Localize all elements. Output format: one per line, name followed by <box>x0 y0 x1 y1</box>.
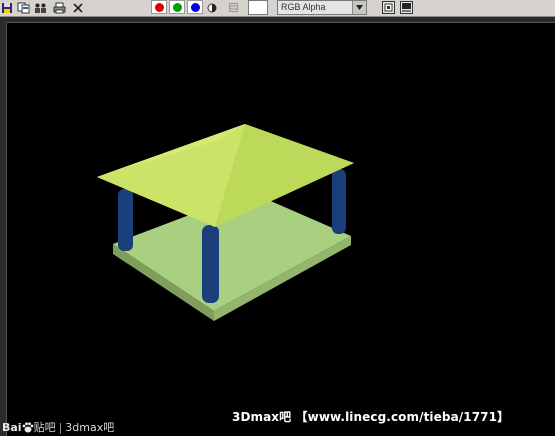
red-channel-icon[interactable] <box>151 0 167 14</box>
pillar-back-right <box>332 169 346 234</box>
close-icon[interactable] <box>71 1 85 14</box>
save-image-icon[interactable] <box>0 1 14 14</box>
clone-window-icon[interactable] <box>33 1 47 14</box>
channel-display-select[interactable]: RGB Alpha <box>277 0 367 15</box>
print-icon[interactable] <box>52 1 66 14</box>
green-channel-icon[interactable] <box>169 0 185 14</box>
channel-display-value: RGB Alpha <box>281 2 326 12</box>
baidu-tieba-watermark: Bai 贴吧 | 3dmax吧 <box>2 419 114 435</box>
green-channel-dot <box>172 2 182 12</box>
clear-icon[interactable] <box>227 1 239 14</box>
chevron-down-icon[interactable] <box>352 1 366 14</box>
color-swatch[interactable] <box>248 0 268 15</box>
tieba-text: 贴吧 <box>33 421 56 434</box>
copy-image-icon[interactable] <box>16 1 30 14</box>
monochrome-icon[interactable] <box>206 1 218 14</box>
blue-channel-dot <box>190 2 200 12</box>
gazebo-render <box>97 124 354 321</box>
frame-buffer-toolbar: RGB Alpha <box>0 0 555 17</box>
blue-channel-icon[interactable] <box>187 0 203 14</box>
display-icon[interactable] <box>399 1 414 14</box>
pillar-front <box>202 225 219 303</box>
site-watermark: 3Dmax吧 【www.linecg.com/tieba/1771】 <box>232 410 510 424</box>
paw-icon <box>22 421 33 432</box>
red-channel-dot <box>154 2 164 12</box>
forum-name: 3dmax吧 <box>65 421 115 434</box>
frame-buffer-icon[interactable] <box>381 1 396 14</box>
baidu-logo-text: Bai <box>2 420 22 434</box>
watermark-separator: | <box>58 420 63 434</box>
pillar-back-left <box>118 189 133 251</box>
render-viewport <box>6 22 555 436</box>
